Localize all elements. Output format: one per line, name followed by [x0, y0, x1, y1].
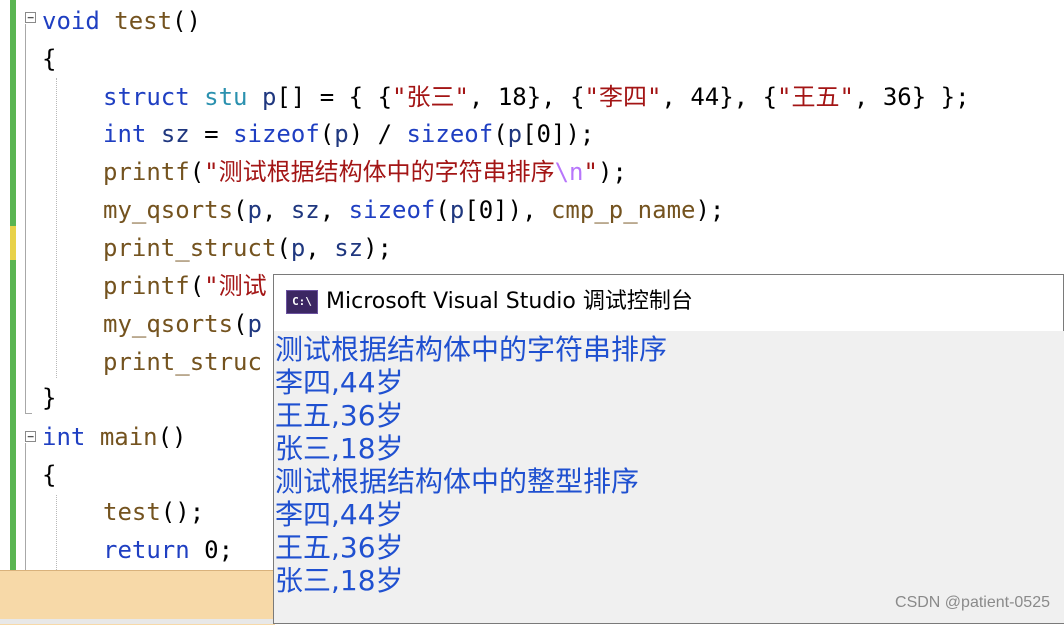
- code-line-15: return 0;: [103, 536, 234, 564]
- console-app-icon: C:\: [286, 290, 318, 314]
- console-output-line: 测试根据结构体中的整型排序: [275, 465, 640, 498]
- watermark: CSDN @patient-0525: [895, 594, 1050, 611]
- console-output-area[interactable]: 测试根据结构体中的字符串排序 李四,44岁 王五,36岁 张三,18岁 测试根据…: [275, 331, 1064, 623]
- code-line-2: {: [42, 45, 57, 73]
- console-output-line: 测试根据结构体中的字符串排序: [275, 333, 668, 366]
- console-output-line: 李四,44岁: [275, 366, 404, 399]
- code-line-13: {: [42, 461, 57, 489]
- code-line-4: int sz = sizeof(p) / sizeof(p[0]);: [103, 120, 595, 148]
- console-output-line: 张三,18岁: [275, 564, 404, 597]
- code-line-6: my_qsorts(p, sz, sizeof(p[0]), cmp_p_nam…: [103, 196, 725, 224]
- code-line-9: my_qsorts(p: [103, 310, 262, 338]
- code-line-3: struct stu p[] = { {"张三", 18}, {"李四", 44…: [103, 83, 970, 111]
- change-tracking-bar: [10, 0, 16, 570]
- console-output-line: 王五,36岁: [275, 399, 404, 432]
- collapse-main-function-icon[interactable]: −: [25, 431, 36, 442]
- code-line-12: int main(): [42, 423, 187, 451]
- fold-region-line: [25, 443, 26, 570]
- console-title-bar[interactable]: C:\ Microsoft Visual Studio 调试控制台: [274, 275, 1063, 331]
- console-title: Microsoft Visual Studio 调试控制台: [326, 289, 693, 314]
- code-line-10: print_struc: [103, 348, 262, 376]
- code-line-11: }: [42, 384, 57, 412]
- horizontal-scrollbar[interactable]: [0, 619, 275, 624]
- editor-status-bar: [0, 570, 275, 625]
- unsaved-change-marker: [10, 226, 16, 260]
- debug-console-window[interactable]: C:\ Microsoft Visual Studio 调试控制台 测试根据结构…: [273, 274, 1064, 624]
- code-line-14: test();: [103, 498, 205, 526]
- console-output-line: 张三,18岁: [275, 432, 404, 465]
- code-line-1: void test(): [42, 7, 201, 35]
- code-line-7: print_struct(p, sz);: [103, 234, 393, 262]
- collapse-test-function-icon[interactable]: −: [25, 12, 36, 23]
- console-output-line: 王五,36岁: [275, 531, 404, 564]
- fold-region-line: [25, 24, 26, 413]
- indent-guide: [56, 495, 57, 570]
- code-line-8: printf("测试: [103, 272, 267, 300]
- fold-region-end: [25, 413, 32, 414]
- code-line-5: printf("测试根据结构体中的字符串排序\n");: [103, 158, 627, 186]
- console-output-line: 李四,44岁: [275, 498, 404, 531]
- indent-guide: [56, 78, 57, 378]
